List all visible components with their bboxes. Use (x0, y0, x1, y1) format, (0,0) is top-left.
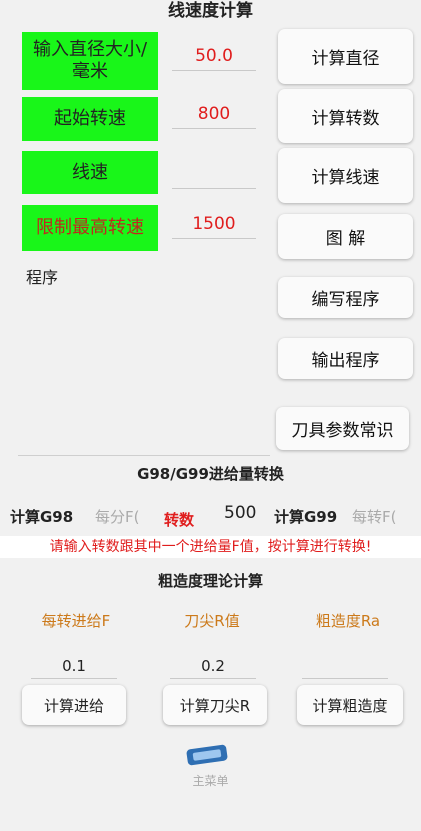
program-field-line[interactable] (18, 455, 270, 456)
per-minute-input[interactable]: 每分F( (95, 506, 139, 527)
line-speed-input[interactable] (172, 160, 256, 189)
calc-rpm-button[interactable]: 计算转数 (278, 89, 413, 143)
g98-section-title: G98/G99进给量转换 (137, 465, 284, 483)
radius-input[interactable]: 0.2 (170, 654, 256, 679)
max-speed-input[interactable]: 1500 (172, 210, 256, 239)
calc-diameter-button[interactable]: 计算直径 (278, 29, 413, 84)
feed-label: 每转进给F (41, 612, 111, 630)
rpm-label: 转数 (164, 511, 195, 529)
program-label: 程序 (26, 268, 59, 287)
output-program-button[interactable]: 输出程序 (278, 338, 413, 379)
label-line-speed: 线速 (22, 151, 158, 194)
diagram-button[interactable]: 图 解 (278, 214, 413, 259)
ra-label: 粗造度Ra (315, 612, 381, 630)
label-max-speed: 限制最高转速 (22, 205, 158, 251)
ra-input[interactable] (302, 654, 388, 679)
page-title: 线速度计算 (168, 1, 253, 21)
per-rev-input[interactable]: 每转F( (352, 506, 396, 527)
main-menu-label[interactable]: 主菜单 (0, 772, 421, 789)
label-start-speed: 起始转速 (22, 97, 158, 141)
feed-input[interactable]: 0.1 (31, 654, 117, 679)
calc-radius-button[interactable]: 计算刀尖R (163, 685, 267, 725)
roughness-section-title: 粗造度理论计算 (157, 572, 263, 590)
calc-g99-button[interactable]: 计算G99 (274, 506, 337, 527)
write-program-button[interactable]: 编写程序 (278, 277, 413, 318)
calc-line-speed-button[interactable]: 计算线速 (278, 148, 413, 203)
diameter-input[interactable]: 50.0 (172, 42, 256, 71)
calc-g98-button[interactable]: 计算G98 (10, 506, 73, 527)
main-menu-icon[interactable] (185, 743, 229, 771)
rpm-input[interactable]: 500 (224, 503, 256, 523)
radius-label: 刀尖R值 (184, 612, 240, 630)
calc-ra-button[interactable]: 计算粗造度 (297, 685, 403, 725)
label-diameter: 输入直径大小/毫米 (22, 32, 158, 90)
conversion-warning: 请输入转数跟其中一个进给量F值，按计算进行转换! (0, 536, 421, 558)
tool-params-button[interactable]: 刀具参数常识 (276, 407, 409, 450)
start-speed-input[interactable]: 800 (172, 100, 256, 129)
calc-feed-button[interactable]: 计算进给 (22, 685, 126, 725)
